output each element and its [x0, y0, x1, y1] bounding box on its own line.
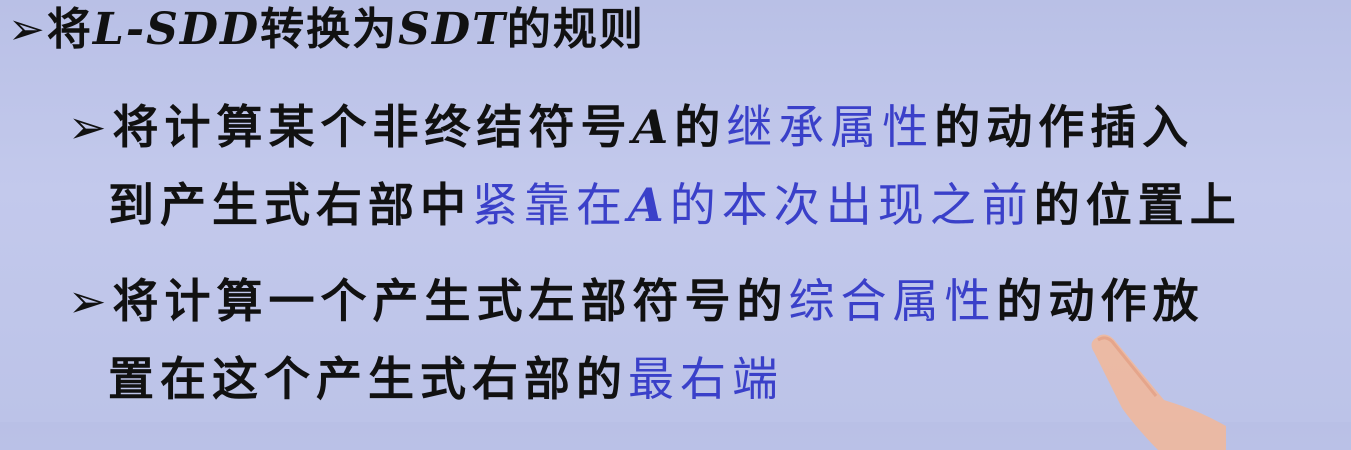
rule1-text-post: 的动作插入 [934, 100, 1195, 154]
arrow-bullet-icon: ➢ [68, 100, 113, 154]
hand-pointer-icon [1091, 334, 1226, 450]
rule1-highlight-b: 的本次出现之前 [669, 178, 1034, 232]
rule1-highlight-symbol: A [628, 178, 670, 232]
rule2-line2: 置在这个产生式右部的最右端 [108, 356, 784, 402]
rule1-text-pre: 将计算某个非终结符号 [112, 100, 633, 154]
rule1-line2-pre: 到产生式右部中 [108, 178, 472, 232]
main-text-pre: 将 [46, 4, 93, 55]
rule1-line2: 到产生式右部中紧靠在A的本次出现之前的位置上 [108, 182, 1242, 228]
rule1-line1: ➢将计算某个非终结符号A的继承属性的动作插入 [68, 104, 1194, 150]
main-text-post: 的规则 [506, 4, 645, 55]
rule1-line2-post: 的位置上 [1033, 178, 1242, 232]
rule1-highlight-a: 紧靠在 [472, 178, 628, 232]
rule2-text-post: 的动作放 [996, 274, 1205, 328]
rule1-symbol-a: A [632, 100, 675, 154]
rule2-highlight-rightmost: 最右端 [628, 352, 784, 406]
rule2-line1: ➢将计算一个产生式左部符号的综合属性的动作放 [68, 278, 1205, 324]
main-bullet: ➢将L-SDD转换为SDT的规则 [8, 8, 645, 52]
rule2-line2-pre: 置在这个产生式右部的 [108, 352, 628, 406]
rule2-highlight-synthesized: 综合属性 [788, 274, 997, 328]
arrow-bullet-icon: ➢ [8, 4, 47, 55]
rule1-highlight-inherited: 继承属性 [726, 100, 935, 154]
arrow-bullet-icon: ➢ [68, 274, 113, 328]
main-term-sdt: SDT [398, 4, 507, 55]
rule1-text-mid: 的 [674, 100, 727, 154]
slide: ➢将L-SDD转换为SDT的规则 ➢将计算某个非终结符号A的继承属性的动作插入 … [0, 0, 1351, 450]
main-text-mid: 转换为 [260, 4, 399, 55]
rule2-text-pre: 将计算一个产生式左部符号的 [112, 274, 789, 328]
main-term-lsdd: L-SDD [92, 4, 261, 55]
